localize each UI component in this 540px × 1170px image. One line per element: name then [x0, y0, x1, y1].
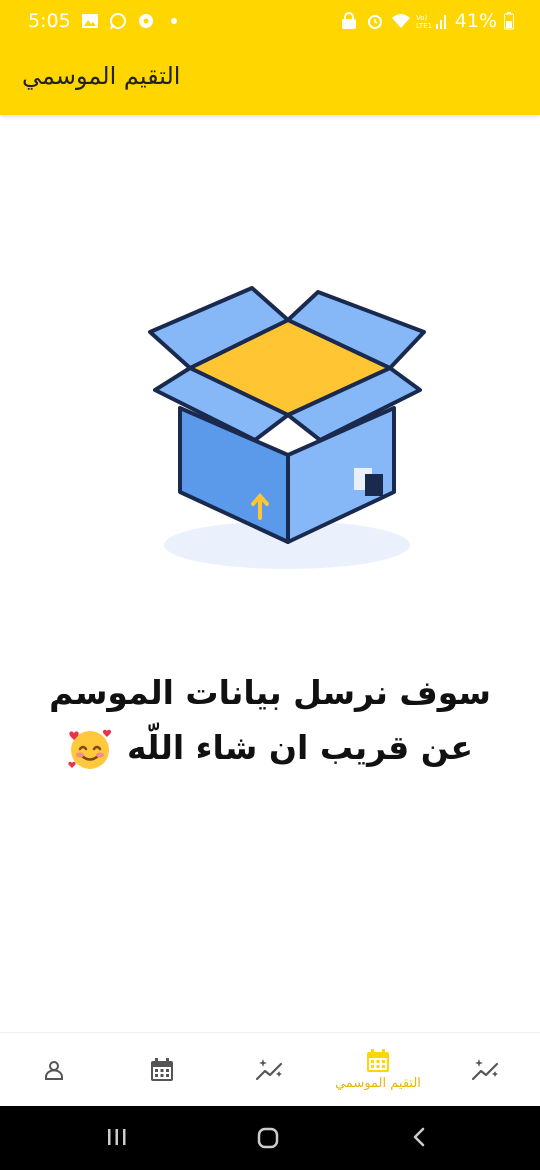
whatsapp-icon — [109, 12, 127, 30]
notification-dot — [170, 18, 177, 24]
home-icon[interactable] — [256, 1126, 280, 1154]
svg-text:LTE1: LTE1 — [416, 22, 432, 30]
status-time: 5:05 — [28, 10, 71, 32]
recent-apps-icon[interactable] — [106, 1126, 128, 1152]
page-title: التقيم الموسمي — [22, 62, 181, 90]
signal-icon: Vo) LTE1 — [416, 12, 448, 30]
nav-item-seasonal-rating[interactable]: التقيم الموسمي — [324, 1033, 432, 1106]
system-navigation-bar — [0, 1106, 540, 1170]
calendar-icon — [365, 1048, 391, 1074]
nav-label-seasonal-rating: التقيم الموسمي — [335, 1076, 421, 1091]
profile-icon — [42, 1058, 66, 1082]
nav-item-stats[interactable] — [432, 1033, 540, 1106]
alarm-icon — [366, 12, 384, 30]
message-line-2-row: عن قريب ان شاء اللّه — [67, 720, 473, 775]
sparkle-chart-icon — [255, 1057, 285, 1083]
calendar-icon — [149, 1057, 175, 1083]
sparkle-chart-icon — [471, 1057, 501, 1083]
message-line-1: سوف نرسل بيانات الموسم — [49, 673, 491, 712]
back-icon[interactable] — [408, 1126, 430, 1152]
season-message: سوف نرسل بيانات الموسم عن قريب ان شاء ال… — [30, 665, 510, 775]
wifi-icon — [391, 12, 410, 30]
status-bar: 5:05 Vo) LTE1 41% — [0, 0, 540, 42]
empty-box-icon — [140, 280, 440, 580]
bottom-navigation: التقيم الموسمي — [0, 1032, 540, 1106]
nav-item-calendar[interactable] — [108, 1033, 216, 1106]
message-line-2: عن قريب ان شاء اللّه — [126, 728, 474, 767]
gallery-icon — [81, 12, 99, 30]
nav-item-profile[interactable] — [0, 1033, 108, 1106]
battery-percentage: 41% — [454, 10, 497, 32]
app-header: 5:05 Vo) LTE1 41% التقيم الموسمي — [0, 0, 540, 115]
vodafone-icon — [137, 12, 155, 30]
nav-item-insights[interactable] — [216, 1033, 324, 1106]
battery-icon — [504, 12, 514, 30]
svg-text:Vo): Vo) — [416, 14, 428, 22]
smiling-face-with-hearts-icon — [67, 725, 113, 771]
lock-icon — [341, 12, 359, 30]
